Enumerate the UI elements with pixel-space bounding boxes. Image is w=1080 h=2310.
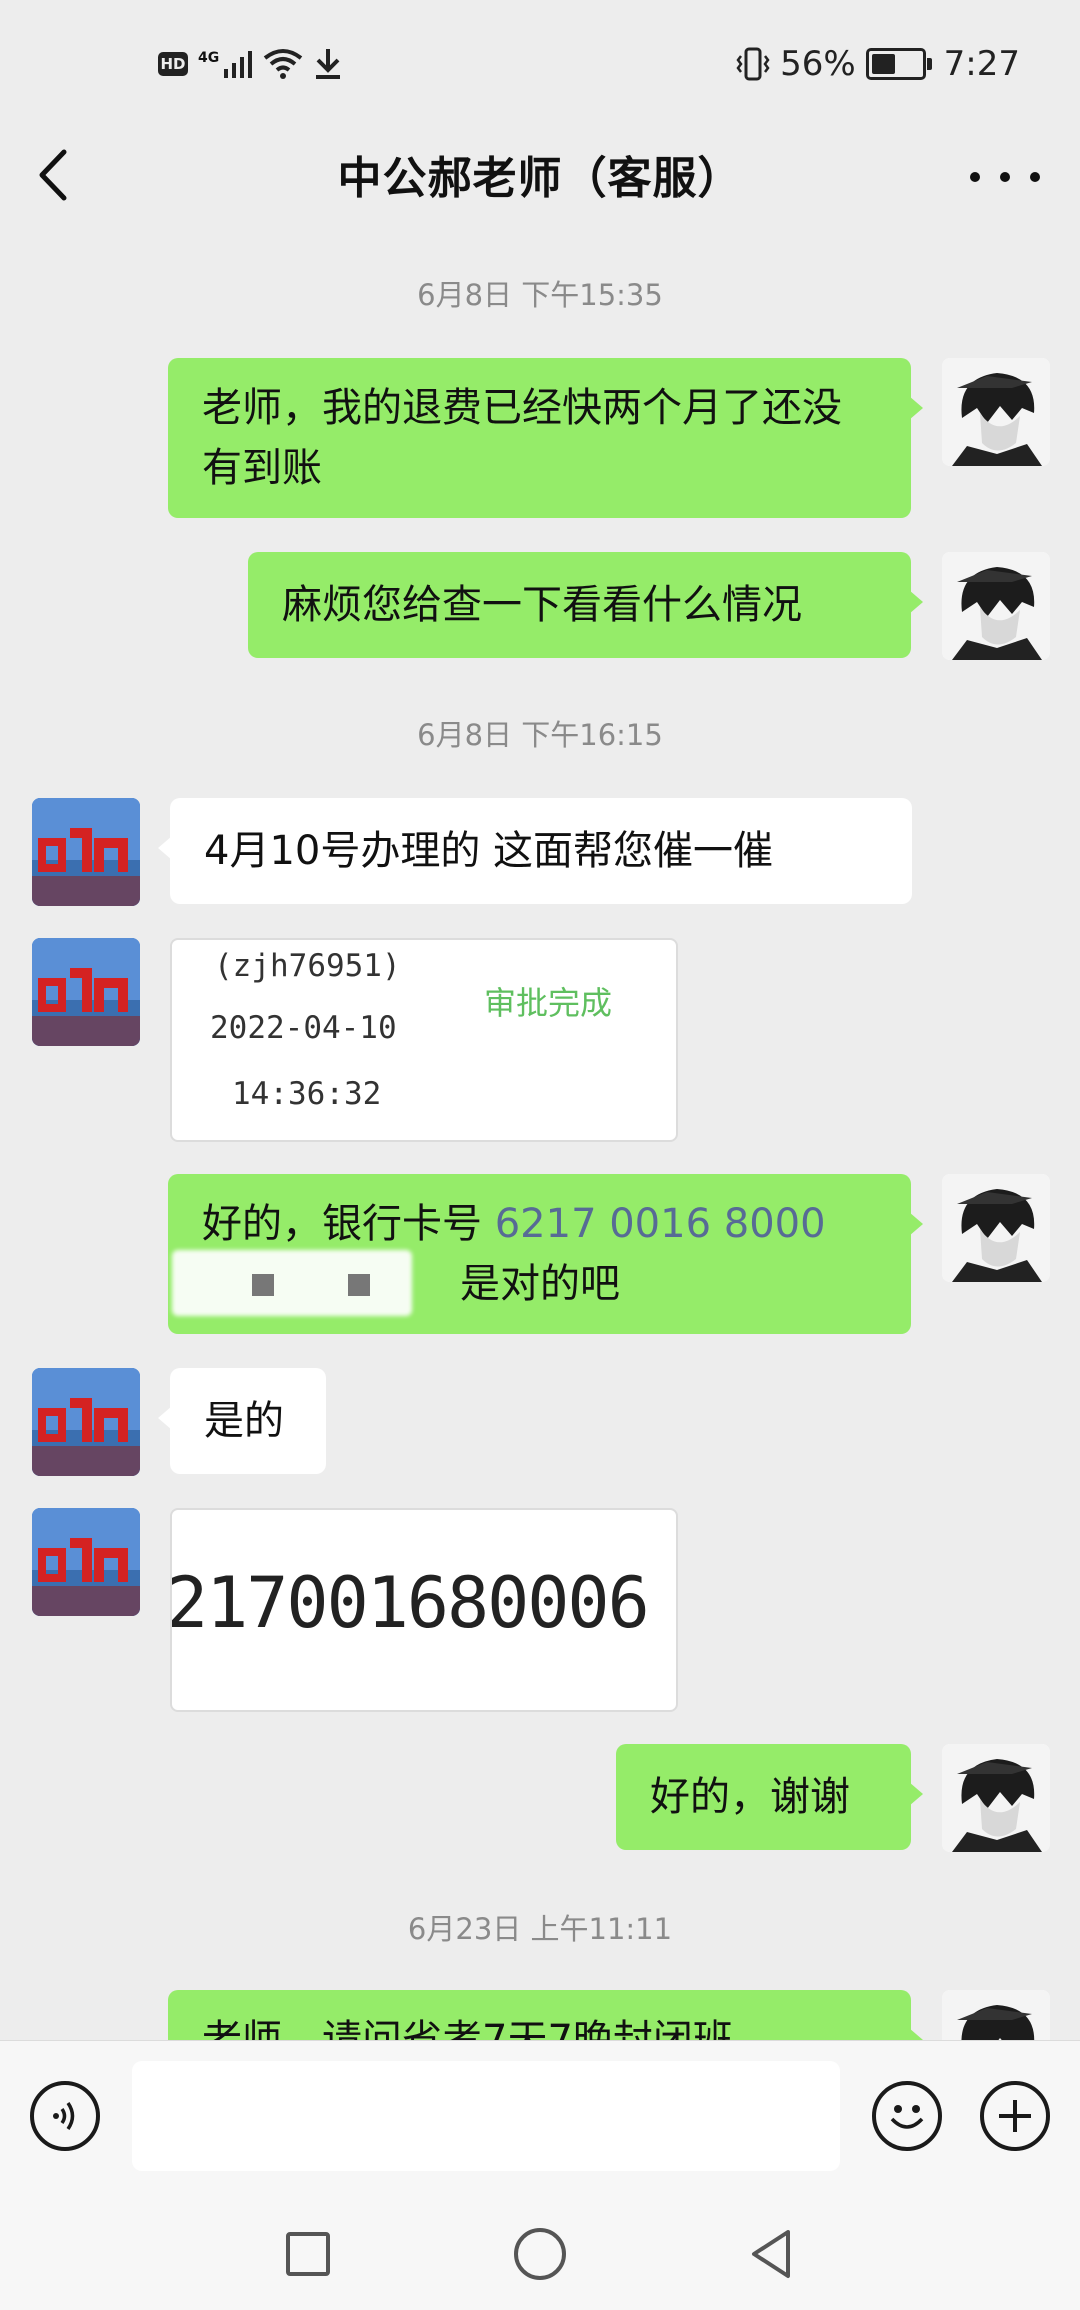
timestamp: 6月8日 下午15:35 [417,278,663,312]
more-options-button[interactable] [970,142,1040,212]
approval-status: 审批完成 [484,984,613,1022]
status-bar: HD 4G 56% 7:27 [0,0,1080,120]
user-avatar[interactable] [942,1990,1050,2040]
battery-icon [865,48,932,80]
message-list[interactable]: 6月8日 下午15:35 老师，我的退费已经快两个月了还没有到账 麻烦您给查一下… [0,230,1080,2040]
status-right: 56% 7:27 [736,42,1020,86]
battery-percent: 56% [780,44,856,84]
battery-level [871,54,896,74]
image-text-time: 14:36:32 [232,1076,382,1112]
avatar-image [942,1174,1050,1282]
input-bar [0,2040,1080,2201]
more-dot [1030,172,1040,182]
agent-avatar[interactable] [32,938,140,1046]
agent-avatar[interactable] [32,1508,140,1616]
timestamp: 6月23日 上午11:11 [407,1912,673,1946]
avatar-image [942,1990,1050,2040]
message-text: 是对的吧 [460,1261,620,1307]
timestamp: 6月8日 下午16:15 [417,718,663,752]
redaction-block [348,1274,370,1296]
chat-header: 中公郝老师（客服） [0,120,1080,230]
message-bubble-user[interactable]: 老师，请问省考7天7晚封闭班 [168,1990,923,2040]
voice-button[interactable] [30,2081,100,2151]
chat-title: 中公郝老师（客服） [337,153,743,204]
message-bubble-agent[interactable]: 4月10号办理的 这面帮您催一催 [158,798,912,904]
more-dot [1000,172,1010,182]
user-avatar[interactable] [942,358,1050,466]
agent-avatar[interactable] [32,1368,140,1476]
recents-button[interactable] [286,2232,330,2276]
plus-icon [999,2100,1031,2132]
message-input[interactable] [132,2061,840,2171]
message-bubble-agent[interactable]: 是的 [158,1368,326,1474]
avatar-image [32,938,140,1046]
redaction-block [252,1274,274,1296]
vibrate-icon [736,47,770,81]
system-nav-bar [0,2200,1080,2310]
voice-icon [53,2102,75,2130]
signal-icon [224,51,253,78]
home-button[interactable] [514,2228,566,2280]
emoji-icon [890,2105,924,2129]
wifi-icon [264,49,303,79]
more-dot [970,172,980,182]
message-bubble-user[interactable]: 好的，银行卡号 6217 0016 8000 是对的吧 [168,1174,923,1334]
image-message[interactable]: 217001680006 [170,1508,678,1712]
image-text-date: 2022-04-10 [210,1010,397,1046]
avatar-image [942,552,1050,660]
message-line: 是对的吧 [172,1250,877,1316]
user-avatar[interactable] [942,1744,1050,1852]
hd-badge: HD [158,52,188,76]
image-card-number: 217001680006 [170,1562,650,1644]
plus-button[interactable] [980,2081,1050,2151]
status-left: HD 4G [158,44,343,84]
message-line: 好的，银行卡号 6217 0016 8000 [202,1194,877,1254]
image-message[interactable]: (zjh76951) 2022-04-10 14:36:32 审批完成 [170,938,678,1142]
card-number-link[interactable]: 6217 0016 8000 [495,1201,826,1247]
triangle-back-icon [752,2230,790,2278]
avatar-image [32,798,140,906]
message-bubble-user[interactable]: 老师，我的退费已经快两个月了还没有到账 [168,358,923,518]
download-icon [316,49,341,79]
message-bubble-user[interactable]: 好的，谢谢 [616,1744,923,1850]
avatar-image [32,1368,140,1476]
back-nav-button[interactable] [746,2226,796,2282]
avatar-image [942,1744,1050,1852]
image-text-id: (zjh76951) [214,948,401,984]
avatar-image [942,358,1050,466]
redaction-mask [172,1250,412,1316]
network-type: 4G [198,50,220,66]
clock: 7:27 [943,44,1020,84]
agent-avatar[interactable] [32,798,140,906]
user-avatar[interactable] [942,552,1050,660]
message-bubble-user[interactable]: 麻烦您给查一下看看什么情况 [248,552,923,658]
emoji-button[interactable] [872,2081,942,2151]
user-avatar[interactable] [942,1174,1050,1282]
message-text: 好的，银行卡号 [202,1201,495,1247]
avatar-image [32,1508,140,1616]
